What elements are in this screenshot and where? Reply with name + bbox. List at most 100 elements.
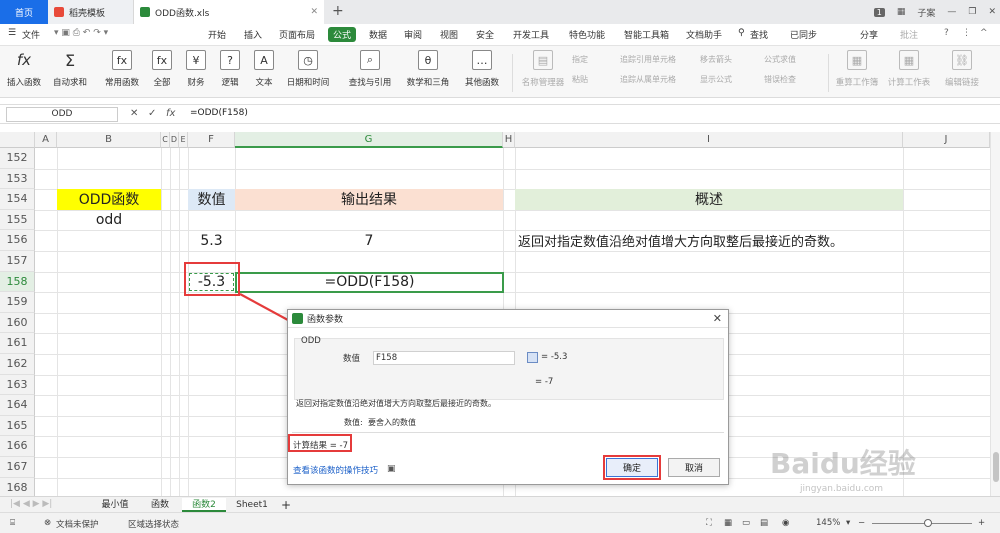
- row-header[interactable]: 153: [0, 168, 35, 190]
- column-header[interactable]: B: [57, 132, 161, 148]
- menu-security[interactable]: 安全: [476, 28, 494, 41]
- row-header[interactable]: 164: [0, 395, 35, 416]
- tab-docer-templates[interactable]: 稻壳模板: [48, 0, 134, 24]
- menu-review[interactable]: 审阅: [404, 28, 422, 41]
- calc-sheet-button[interactable]: ▦ 计算工作表: [884, 50, 934, 88]
- file-menu[interactable]: 文件: [22, 28, 40, 41]
- menu-doc-assistant[interactable]: 文档助手: [686, 28, 722, 41]
- cell-f156[interactable]: 5.3: [188, 230, 235, 251]
- confirm-icon[interactable]: ✓: [148, 108, 156, 119]
- autosum-button[interactable]: Σ 自动求和: [48, 50, 92, 89]
- quick-access-icons[interactable]: ▾ ▣ ⎙ ↶ ↷ ▾: [54, 28, 108, 38]
- more-icon[interactable]: ⋮: [962, 28, 971, 38]
- formula-input[interactable]: =ODD(F158): [190, 108, 248, 118]
- zoom-slider[interactable]: [872, 523, 972, 524]
- column-header[interactable]: A: [35, 132, 57, 148]
- row-header[interactable]: 159: [0, 292, 35, 313]
- cancel-button[interactable]: 取消: [668, 458, 720, 477]
- row-header[interactable]: 154: [0, 189, 35, 210]
- hamburger-icon[interactable]: ☰: [8, 28, 16, 38]
- fit-screen-icon[interactable]: ⛶: [706, 518, 712, 528]
- eye-protect-icon[interactable]: ◉: [782, 518, 789, 528]
- close-window-icon[interactable]: ✕: [988, 7, 996, 17]
- insert-function-button[interactable]: fx 插入函数: [2, 50, 46, 88]
- sheet-nav-icons[interactable]: |◀ ◀ ▶ ▶|: [10, 499, 52, 509]
- common-functions-button[interactable]: fx 常用函数: [100, 50, 144, 88]
- datetime-button[interactable]: ◷ 日期和时间: [286, 50, 330, 88]
- recalc-workbook-button[interactable]: ▦ 重算工作簿: [832, 50, 882, 88]
- sheet-tab-min[interactable]: 最小值: [90, 498, 140, 512]
- cancel-icon[interactable]: ✕: [130, 108, 138, 119]
- video-icon[interactable]: ▣: [387, 464, 396, 474]
- math-button[interactable]: θ 数学和三角: [406, 50, 450, 88]
- macro-icon[interactable]: ⌸: [10, 518, 15, 528]
- window-count-badge[interactable]: 1: [873, 7, 885, 17]
- text-button[interactable]: A 文本: [242, 50, 286, 88]
- column-header[interactable]: E: [179, 132, 188, 148]
- scrollbar-thumb[interactable]: [993, 452, 999, 482]
- trace-precedents-button[interactable]: 追踪引用单元格: [620, 54, 676, 65]
- new-tab-icon[interactable]: +: [332, 3, 344, 19]
- menu-start[interactable]: 开始: [208, 28, 226, 41]
- menu-smart-tools[interactable]: 智能工具箱: [624, 28, 669, 41]
- cell-b155[interactable]: odd: [57, 210, 161, 231]
- row-header[interactable]: 167: [0, 457, 35, 478]
- normal-view-icon[interactable]: ▦: [724, 518, 732, 528]
- row-header[interactable]: 166: [0, 436, 35, 457]
- cell-f154[interactable]: 数值: [188, 189, 235, 210]
- page-layout-icon[interactable]: ▭: [742, 518, 750, 528]
- row-header[interactable]: 160: [0, 312, 35, 334]
- row-header[interactable]: 168: [0, 477, 35, 496]
- evaluate-formula-button[interactable]: 公式求值: [764, 54, 796, 65]
- column-header[interactable]: I: [515, 132, 903, 148]
- search-icon[interactable]: ⚲: [738, 28, 745, 38]
- row-header[interactable]: 155: [0, 209, 35, 231]
- row-header[interactable]: 165: [0, 415, 35, 437]
- zoom-dropdown-icon[interactable]: ▾: [846, 518, 850, 528]
- name-manager-button[interactable]: ▤ 名称管理器: [518, 50, 568, 88]
- show-formulas-button[interactable]: 显示公式: [700, 74, 732, 85]
- number-arg-input[interactable]: F158: [373, 351, 515, 365]
- row-header[interactable]: 158: [0, 271, 35, 293]
- row-header[interactable]: 162: [0, 354, 35, 375]
- cell-i156[interactable]: 返回对指定数值沿绝对值增大方向取整后最接近的奇数。: [518, 230, 903, 251]
- tab-odd-workbook[interactable]: ODD函数.xls ✕: [134, 0, 324, 24]
- restore-icon[interactable]: ❐: [968, 7, 976, 17]
- help-link[interactable]: 查看该函数的操作技巧: [293, 464, 378, 476]
- row-header[interactable]: 152: [0, 148, 35, 169]
- row-header[interactable]: 161: [0, 333, 35, 354]
- column-header[interactable]: D: [170, 132, 179, 148]
- annotate-button[interactable]: 批注: [900, 28, 918, 41]
- other-functions-button[interactable]: … 其他函数: [460, 50, 504, 88]
- specify-button[interactable]: 指定: [572, 54, 588, 65]
- zoom-level[interactable]: 145%: [816, 518, 840, 528]
- column-header[interactable]: F: [188, 132, 235, 148]
- menu-page-layout[interactable]: 页面布局: [279, 28, 315, 41]
- column-header[interactable]: C: [161, 132, 170, 148]
- cell-i154[interactable]: 概述: [515, 189, 903, 210]
- close-tab-icon[interactable]: ✕: [310, 7, 318, 17]
- protect-status[interactable]: 文档未保护: [56, 518, 99, 530]
- row-header[interactable]: 156: [0, 230, 35, 251]
- sheet-tab-func[interactable]: 函数: [140, 498, 180, 512]
- help-icon[interactable]: ?: [944, 28, 949, 38]
- minimize-icon[interactable]: —: [947, 7, 956, 17]
- edit-links-button[interactable]: ⛓ 编辑链接: [940, 50, 984, 88]
- trace-dependents-button[interactable]: 追踪从属单元格: [620, 74, 676, 85]
- row-header[interactable]: 157: [0, 251, 35, 272]
- column-header[interactable]: J: [903, 132, 990, 148]
- zoom-slider-thumb[interactable]: [924, 519, 932, 527]
- zoom-in-icon[interactable]: +: [978, 518, 985, 528]
- row-header[interactable]: 163: [0, 374, 35, 396]
- sheet-tab-sheet1[interactable]: Sheet1: [228, 498, 276, 512]
- menu-insert[interactable]: 插入: [244, 28, 262, 41]
- user-name[interactable]: 子案: [917, 6, 935, 19]
- menu-search[interactable]: 查找: [750, 28, 768, 41]
- vertical-scrollbar[interactable]: [990, 132, 1000, 496]
- menu-formula[interactable]: 公式: [328, 27, 357, 42]
- error-check-button[interactable]: 错误检查: [764, 74, 796, 85]
- menu-features[interactable]: 特色功能: [569, 28, 605, 41]
- menu-developer[interactable]: 开发工具: [513, 28, 549, 41]
- remove-arrows-button[interactable]: 移去箭头: [700, 54, 732, 65]
- name-box[interactable]: ODD: [6, 107, 118, 122]
